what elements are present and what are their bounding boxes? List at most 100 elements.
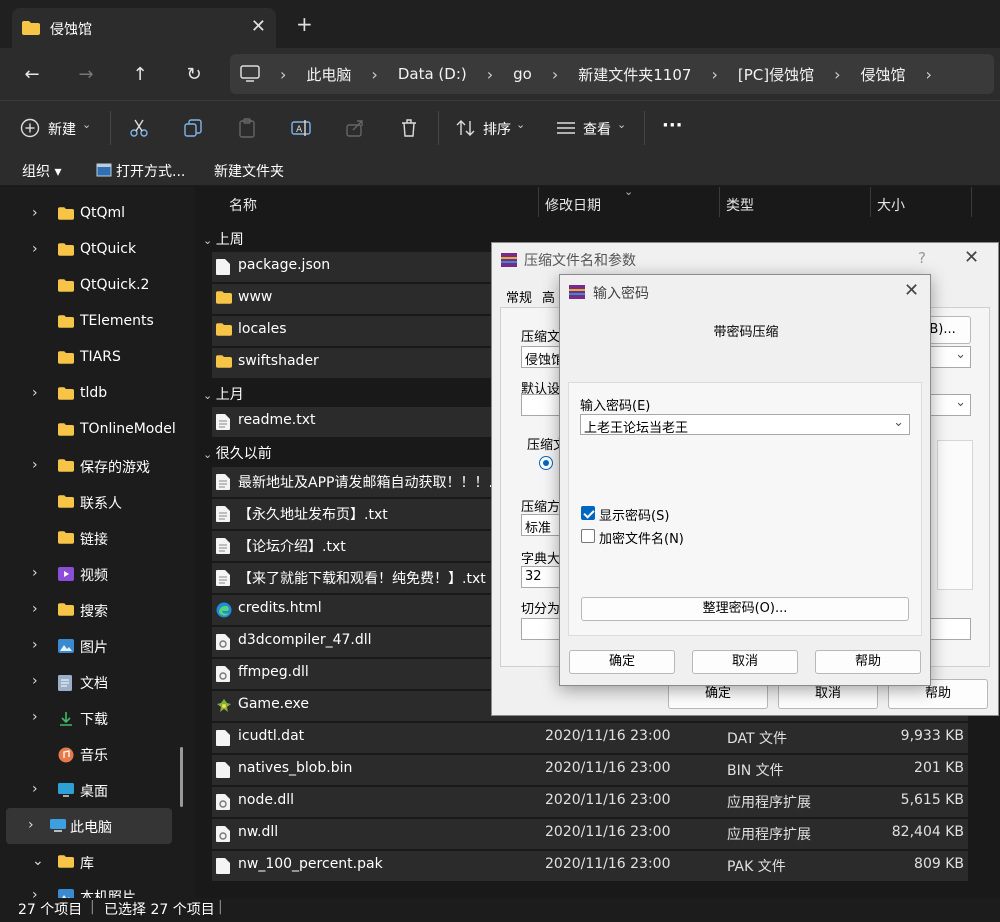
breadcrumb-item[interactable]: 侵蚀馆 [860, 64, 905, 85]
address-bar[interactable]: › 此电脑 › Data (D:) › go › 新建文件夹1107 › [PC… [230, 54, 994, 94]
sidebar-item[interactable]: › 图片 [0, 628, 195, 664]
breadcrumb-item[interactable]: 此电脑 [306, 64, 351, 85]
sidebar-item[interactable]: TElements [0, 304, 195, 340]
rename-icon[interactable]: A [290, 117, 312, 139]
sidebar-item[interactable]: › 此电脑 [6, 808, 172, 844]
close-icon[interactable]: ✕ [904, 280, 919, 301]
sidebar-item[interactable]: › tldb [0, 376, 195, 412]
column-divider[interactable] [719, 187, 720, 217]
ok-button[interactable]: 确定 [569, 650, 675, 674]
cancel-button[interactable]: 取消 [692, 650, 798, 674]
new-tab-button[interactable]: + [296, 14, 313, 34]
column-divider[interactable] [870, 187, 871, 217]
password-input[interactable]: 上老王论坛当老王 ⌄ [580, 414, 910, 435]
close-icon[interactable]: ✕ [964, 247, 979, 268]
chevron-right-icon[interactable]: › [32, 241, 38, 257]
organize-menu[interactable]: 组织 ▾ [22, 161, 61, 181]
column-header-size[interactable]: 大小 [877, 195, 905, 215]
sidebar-item[interactable]: › 下载 [0, 700, 195, 736]
open-with-button[interactable]: 打开方式... [116, 161, 185, 181]
up-arrow-icon[interactable]: ↑ [128, 62, 152, 86]
sidebar-item[interactable]: › 文档 [0, 664, 195, 700]
help-button[interactable]: 帮助 [815, 650, 921, 674]
view-button[interactable]: 查看 ⌄ [556, 115, 630, 141]
options-list[interactable] [937, 440, 973, 590]
chevron-right-icon[interactable]: › [926, 65, 932, 84]
copy-icon[interactable] [182, 117, 204, 139]
chevron-down-icon[interactable]: ⌄ [32, 853, 44, 869]
sidebar-item[interactable]: › 桌面 [0, 772, 195, 808]
column-divider[interactable] [538, 187, 539, 217]
organize-passwords-button[interactable]: 整理密码(O)... [581, 597, 909, 621]
chevron-right-icon[interactable]: › [32, 781, 38, 797]
sidebar-item[interactable]: 联系人 [0, 484, 195, 520]
chevron-right-icon[interactable]: › [32, 887, 38, 898]
more-options-icon[interactable]: ··· [662, 115, 683, 136]
paste-icon[interactable] [236, 117, 258, 139]
chevron-right-icon[interactable]: › [32, 205, 38, 221]
breadcrumb-item[interactable]: 新建文件夹1107 [578, 64, 691, 85]
delete-icon[interactable] [398, 117, 420, 139]
sidebar-item[interactable]: › QtQml [0, 196, 195, 232]
encrypt-filenames-label[interactable]: 加密文件名(N) [599, 528, 684, 547]
share-icon[interactable] [344, 117, 366, 139]
chevron-right-icon[interactable]: › [280, 65, 286, 84]
new-folder-button[interactable]: 新建文件夹 [214, 161, 284, 181]
sidebar-item[interactable]: › 本机照片 [0, 878, 195, 898]
breadcrumb-item[interactable]: Data (D:) [398, 65, 467, 83]
column-header-type[interactable]: 类型 [726, 195, 754, 215]
column-divider[interactable] [971, 187, 972, 217]
file-row[interactable]: nw.dll 2020/11/16 23:00 应用程序扩展 82,404 KB [212, 819, 968, 849]
encrypt-filenames-checkbox[interactable] [581, 529, 595, 543]
group-header-last-week[interactable]: ⌄ 上周 [203, 229, 244, 249]
scrollbar[interactable] [180, 747, 183, 807]
show-password-checkbox[interactable] [581, 506, 595, 520]
forward-arrow-icon[interactable]: → [74, 62, 98, 86]
breadcrumb-item[interactable]: go [513, 65, 532, 83]
sort-button[interactable]: 排序 ⌄ [456, 115, 528, 141]
group-header-long-ago[interactable]: ⌄ 很久以前 [203, 443, 272, 463]
breadcrumb-item[interactable]: [PC]侵蚀馆 [738, 64, 814, 85]
show-password-label[interactable]: 显示密码(S) [599, 505, 669, 524]
file-row[interactable]: node.dll 2020/11/16 23:00 应用程序扩展 5,615 KB [212, 787, 968, 817]
tab-advanced[interactable]: 高 [542, 287, 555, 306]
refresh-icon[interactable]: ↻ [182, 62, 206, 86]
chevron-right-icon[interactable]: › [32, 385, 38, 401]
tab-general[interactable]: 常规 [506, 287, 532, 306]
group-header-last-month[interactable]: ⌄ 上月 [203, 384, 244, 404]
close-icon[interactable]: ✕ [251, 16, 266, 37]
format-radio[interactable] [539, 456, 553, 470]
chevron-right-icon[interactable]: › [32, 673, 38, 689]
file-row[interactable]: natives_blob.bin 2020/11/16 23:00 BIN 文件 20… [212, 755, 968, 785]
chevron-right-icon[interactable]: › [487, 65, 493, 84]
file-row[interactable]: nw_100_percent.pak 2020/11/16 23:00 PAK 文件… [212, 851, 968, 881]
sidebar-item[interactable]: › 保存的游戏 [0, 448, 195, 484]
chevron-right-icon[interactable]: › [552, 65, 558, 84]
sidebar-item[interactable]: QtQuick.2 [0, 268, 195, 304]
chevron-right-icon[interactable]: › [834, 65, 840, 84]
file-row[interactable]: icudtl.dat 2020/11/16 23:00 DAT 文件 9,933 KB [212, 723, 968, 753]
sidebar-item[interactable]: TOnlineModel [0, 412, 195, 448]
chevron-right-icon[interactable]: › [32, 709, 38, 725]
chevron-right-icon[interactable]: › [32, 601, 38, 617]
sidebar-item[interactable]: › 搜索 [0, 592, 195, 628]
back-arrow-icon[interactable]: ← [20, 62, 44, 86]
help-icon[interactable]: ? [918, 249, 926, 267]
sidebar-item[interactable]: 音乐 [0, 736, 195, 772]
chevron-right-icon[interactable]: › [32, 565, 38, 581]
sidebar-item[interactable]: › QtQuick [0, 232, 195, 268]
column-header-name[interactable]: 名称 [229, 195, 257, 215]
chevron-right-icon[interactable]: › [28, 817, 34, 833]
sidebar-item[interactable]: ⌄ 库 [0, 844, 195, 880]
sidebar-item[interactable]: TIARS [0, 340, 195, 376]
sidebar-item[interactable]: › 视频 [0, 556, 195, 592]
chevron-right-icon[interactable]: › [371, 65, 377, 84]
cut-icon[interactable] [128, 117, 150, 139]
column-header-date[interactable]: 修改日期 [545, 195, 601, 215]
chevron-right-icon[interactable]: › [32, 637, 38, 653]
chevron-right-icon[interactable]: › [32, 457, 38, 473]
chevron-right-icon[interactable]: › [711, 65, 717, 84]
new-button[interactable]: 新建 ⌄ [20, 115, 96, 141]
tab-qinshiguan[interactable]: 侵蚀馆 ✕ [12, 8, 276, 48]
sidebar-item[interactable]: 链接 [0, 520, 195, 556]
